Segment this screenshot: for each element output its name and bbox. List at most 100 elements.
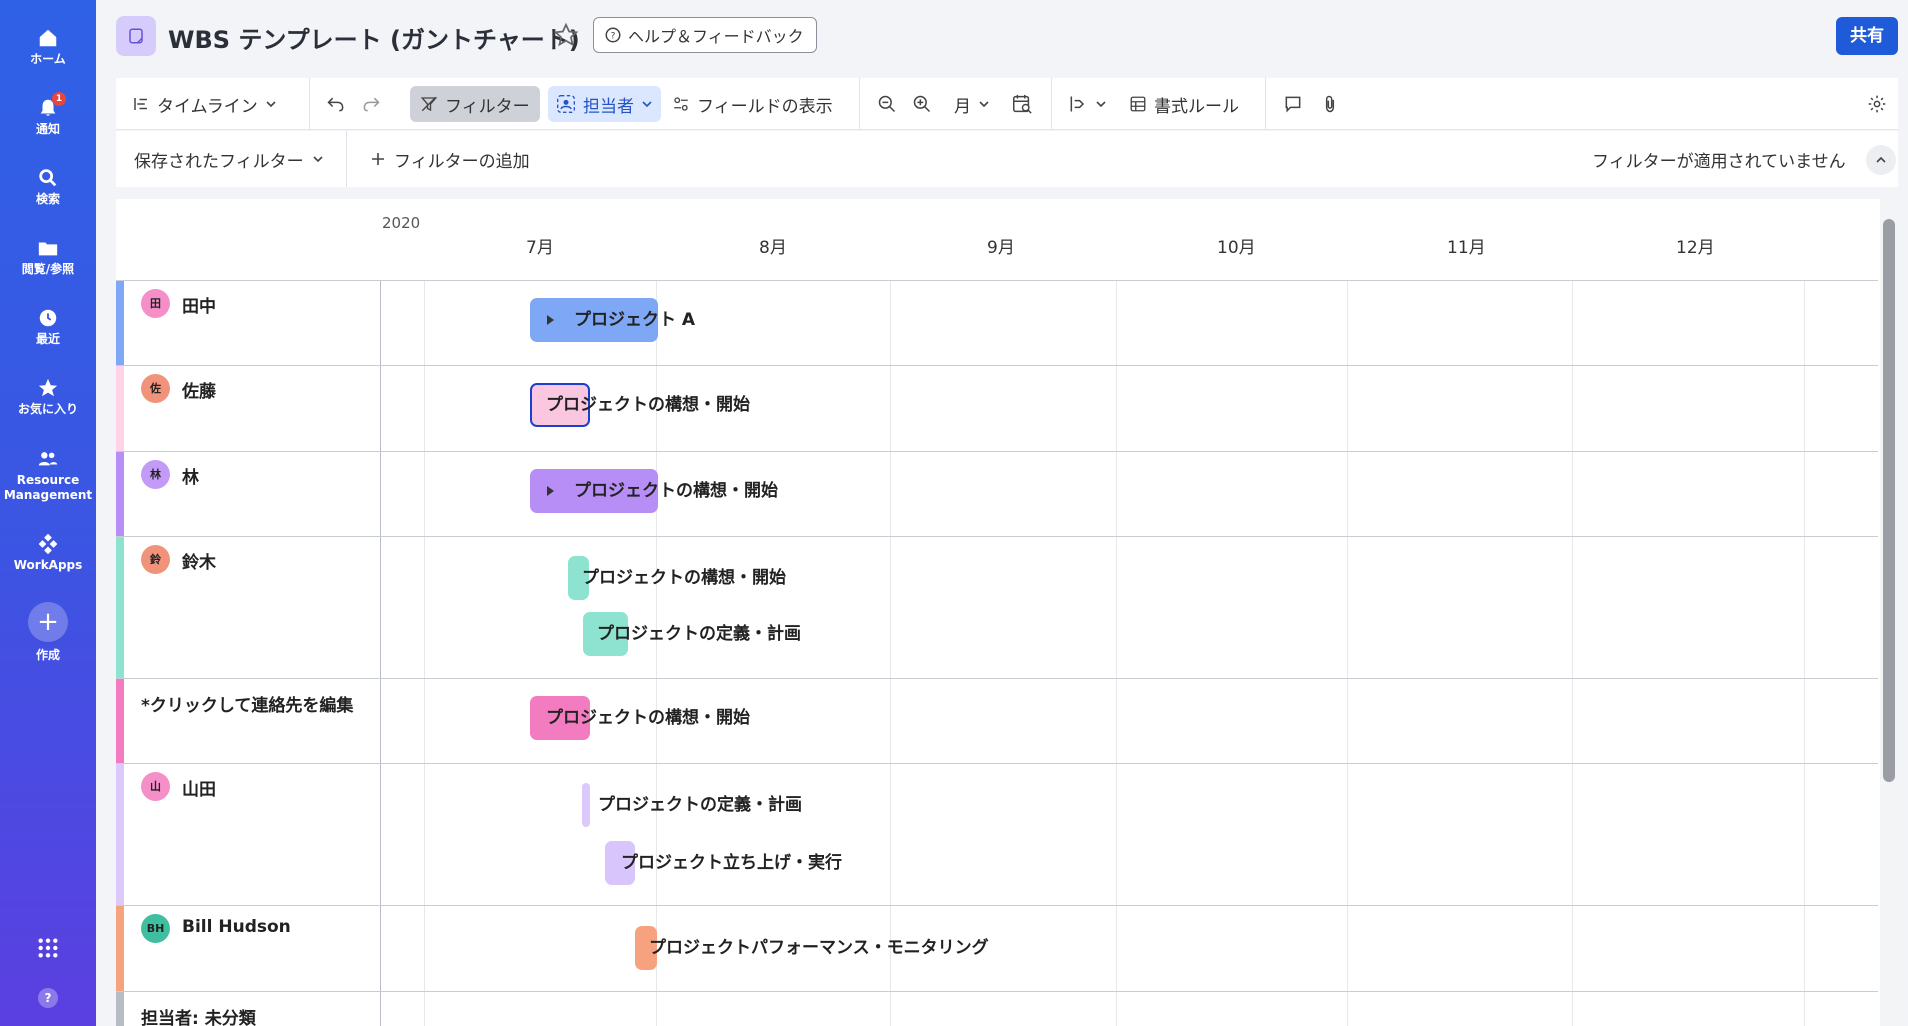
show-fields-button[interactable]: フィールドの表示 [672, 86, 833, 122]
avatar[interactable]: 林 [141, 460, 170, 489]
nav-home[interactable]: ホーム [0, 22, 96, 67]
gantt-row: 林林 プロジェクトの構想・開始 [116, 452, 1878, 537]
avatar[interactable]: 山 [141, 772, 170, 801]
go-to-today-button[interactable] [1011, 86, 1033, 122]
table-icon [1129, 95, 1147, 113]
question-circle-icon: ? [604, 26, 622, 44]
app-launcher[interactable] [0, 932, 96, 962]
view-switcher-label: タイムライン [157, 92, 258, 117]
toolbar: タイムライン フィルター 担当者 フィールドの表示 月 書式ルール [116, 78, 1898, 130]
filter-button[interactable]: フィルター [410, 86, 540, 122]
nav-home-label: ホーム [0, 52, 96, 67]
nav-create[interactable]: + 作成 [0, 602, 96, 663]
redo-button[interactable] [361, 86, 381, 122]
month-label: 11月 [1447, 233, 1486, 258]
task-label[interactable]: プロジェクトの定義・計画 [597, 612, 801, 656]
paperclip-icon [1320, 94, 1340, 114]
expand-caret-icon[interactable] [547, 486, 554, 496]
add-filter-button[interactable]: フィルターの追加 [370, 141, 530, 177]
nav-resource-management[interactable]: Resource Management [0, 443, 96, 503]
fields-icon [672, 95, 690, 113]
task-label[interactable]: プロジェクト A [574, 298, 695, 342]
comments-button[interactable] [1283, 86, 1303, 122]
sheet-title: WBS テンプレート (ガントチャート) [168, 20, 580, 55]
svg-text:?: ? [611, 31, 616, 41]
assignee-name[interactable]: *クリックして連絡先を編集 [141, 691, 353, 716]
help-glyph: ? [38, 988, 58, 1008]
nav-search-label: 検索 [0, 192, 96, 207]
grid-icon [0, 932, 96, 962]
assignee-label: 担当者 [583, 92, 634, 117]
task-label[interactable]: プロジェクトの構想・開始 [546, 696, 750, 740]
show-fields-label: フィールドの表示 [697, 92, 833, 117]
add-filter-label: フィルターの追加 [394, 147, 530, 172]
task-label[interactable]: プロジェクトの定義・計画 [598, 783, 802, 827]
nav-favorites[interactable]: お気に入り [0, 372, 96, 417]
saved-filters-dropdown[interactable]: 保存されたフィルター [134, 141, 324, 177]
gantt-row: BH Bill Hudson プロジェクトパフォーマンス・モニタリング [116, 906, 1878, 992]
zoom-in-button[interactable] [912, 86, 932, 122]
zoom-unit-select[interactable]: 月 [954, 86, 990, 122]
folder-icon [0, 232, 96, 262]
gantt-row: 山山田 プロジェクトの定義・計画プロジェクト立ち上げ・実行 [116, 764, 1878, 906]
task-label[interactable]: プロジェクトパフォーマンス・モニタリング [649, 926, 989, 970]
help-feedback-button[interactable]: ? ヘルプ＆フィードバック [593, 17, 817, 53]
zoom-out-button[interactable] [877, 86, 897, 122]
assignee-name[interactable]: 田中 [182, 292, 216, 317]
nav-favorites-label: お気に入り [0, 402, 96, 417]
assignee-name[interactable]: 担当者: 未分類 [141, 1004, 256, 1026]
task-label[interactable]: プロジェクトの構想・開始 [546, 383, 750, 427]
assignee-name[interactable]: 林 [182, 463, 199, 488]
task-label[interactable]: プロジェクトの構想・開始 [574, 469, 778, 513]
nav-recent[interactable]: 最近 [0, 302, 96, 347]
help-icon: ? [0, 983, 96, 1013]
gantt-row: 担当者: 未分類 [116, 992, 1878, 1026]
search-icon [0, 162, 96, 192]
timeline-icon [132, 95, 150, 113]
gantt-row: 田田中 プロジェクト A [116, 281, 1878, 366]
task-bar[interactable] [582, 783, 590, 827]
notification-badge: 1 [52, 92, 66, 106]
nav-workapps[interactable]: WorkApps [0, 528, 96, 573]
settings-button[interactable] [1867, 86, 1887, 122]
task-label[interactable]: プロジェクト立ち上げ・実行 [621, 841, 842, 885]
people-icon [0, 443, 96, 473]
home-icon [0, 22, 96, 52]
nav-recent-label: 最近 [0, 332, 96, 347]
nav-notifications[interactable]: 1 通知 [0, 92, 96, 137]
assignee-name[interactable]: Bill Hudson [182, 917, 291, 937]
collapse-filter-bar-button[interactable] [1866, 145, 1896, 175]
help-button[interactable]: ? [0, 983, 96, 1013]
view-switcher[interactable]: タイムライン [132, 86, 277, 122]
undo-button[interactable] [326, 86, 346, 122]
expand-caret-icon[interactable] [547, 315, 554, 325]
scrollbar-thumb[interactable] [1883, 219, 1895, 782]
share-button[interactable]: 共有 [1836, 17, 1898, 55]
assignee-name[interactable]: 山田 [182, 775, 216, 800]
avatar[interactable]: 田 [141, 289, 170, 318]
nav-browse[interactable]: 閲覧/参照 [0, 232, 96, 277]
chevron-down-icon [978, 98, 990, 110]
bell-icon [0, 92, 96, 122]
nav-resource-label-2: Management [0, 488, 96, 503]
attachments-button[interactable] [1320, 86, 1340, 122]
gantt-row: 佐佐藤 プロジェクトの構想・開始 [116, 366, 1878, 452]
assignee-name[interactable]: 鈴木 [182, 548, 216, 573]
avatar[interactable]: 鈴 [141, 545, 170, 574]
group-by-assignee-button[interactable]: 担当者 [548, 86, 661, 122]
year-label: 2020 [382, 214, 420, 232]
assignee-name[interactable]: 佐藤 [182, 377, 216, 402]
avatar[interactable]: 佐 [141, 374, 170, 403]
chevron-down-icon [1095, 98, 1107, 110]
format-rules-button[interactable]: 書式ルール [1129, 86, 1239, 122]
redo-icon [361, 94, 381, 114]
avatar[interactable]: BH [141, 914, 170, 943]
favorite-star-icon[interactable] [553, 22, 579, 52]
nav-search[interactable]: 検索 [0, 162, 96, 207]
dependency-button[interactable] [1068, 86, 1107, 122]
task-label[interactable]: プロジェクトの構想・開始 [582, 556, 786, 600]
chevron-down-icon [312, 153, 324, 165]
nav-browse-label: 閲覧/参照 [0, 262, 96, 277]
sheet-icon [116, 16, 156, 56]
left-nav-rail: ホーム 1 通知 検索 閲覧/参照 最近 お気に入り Resourc [0, 0, 96, 1026]
